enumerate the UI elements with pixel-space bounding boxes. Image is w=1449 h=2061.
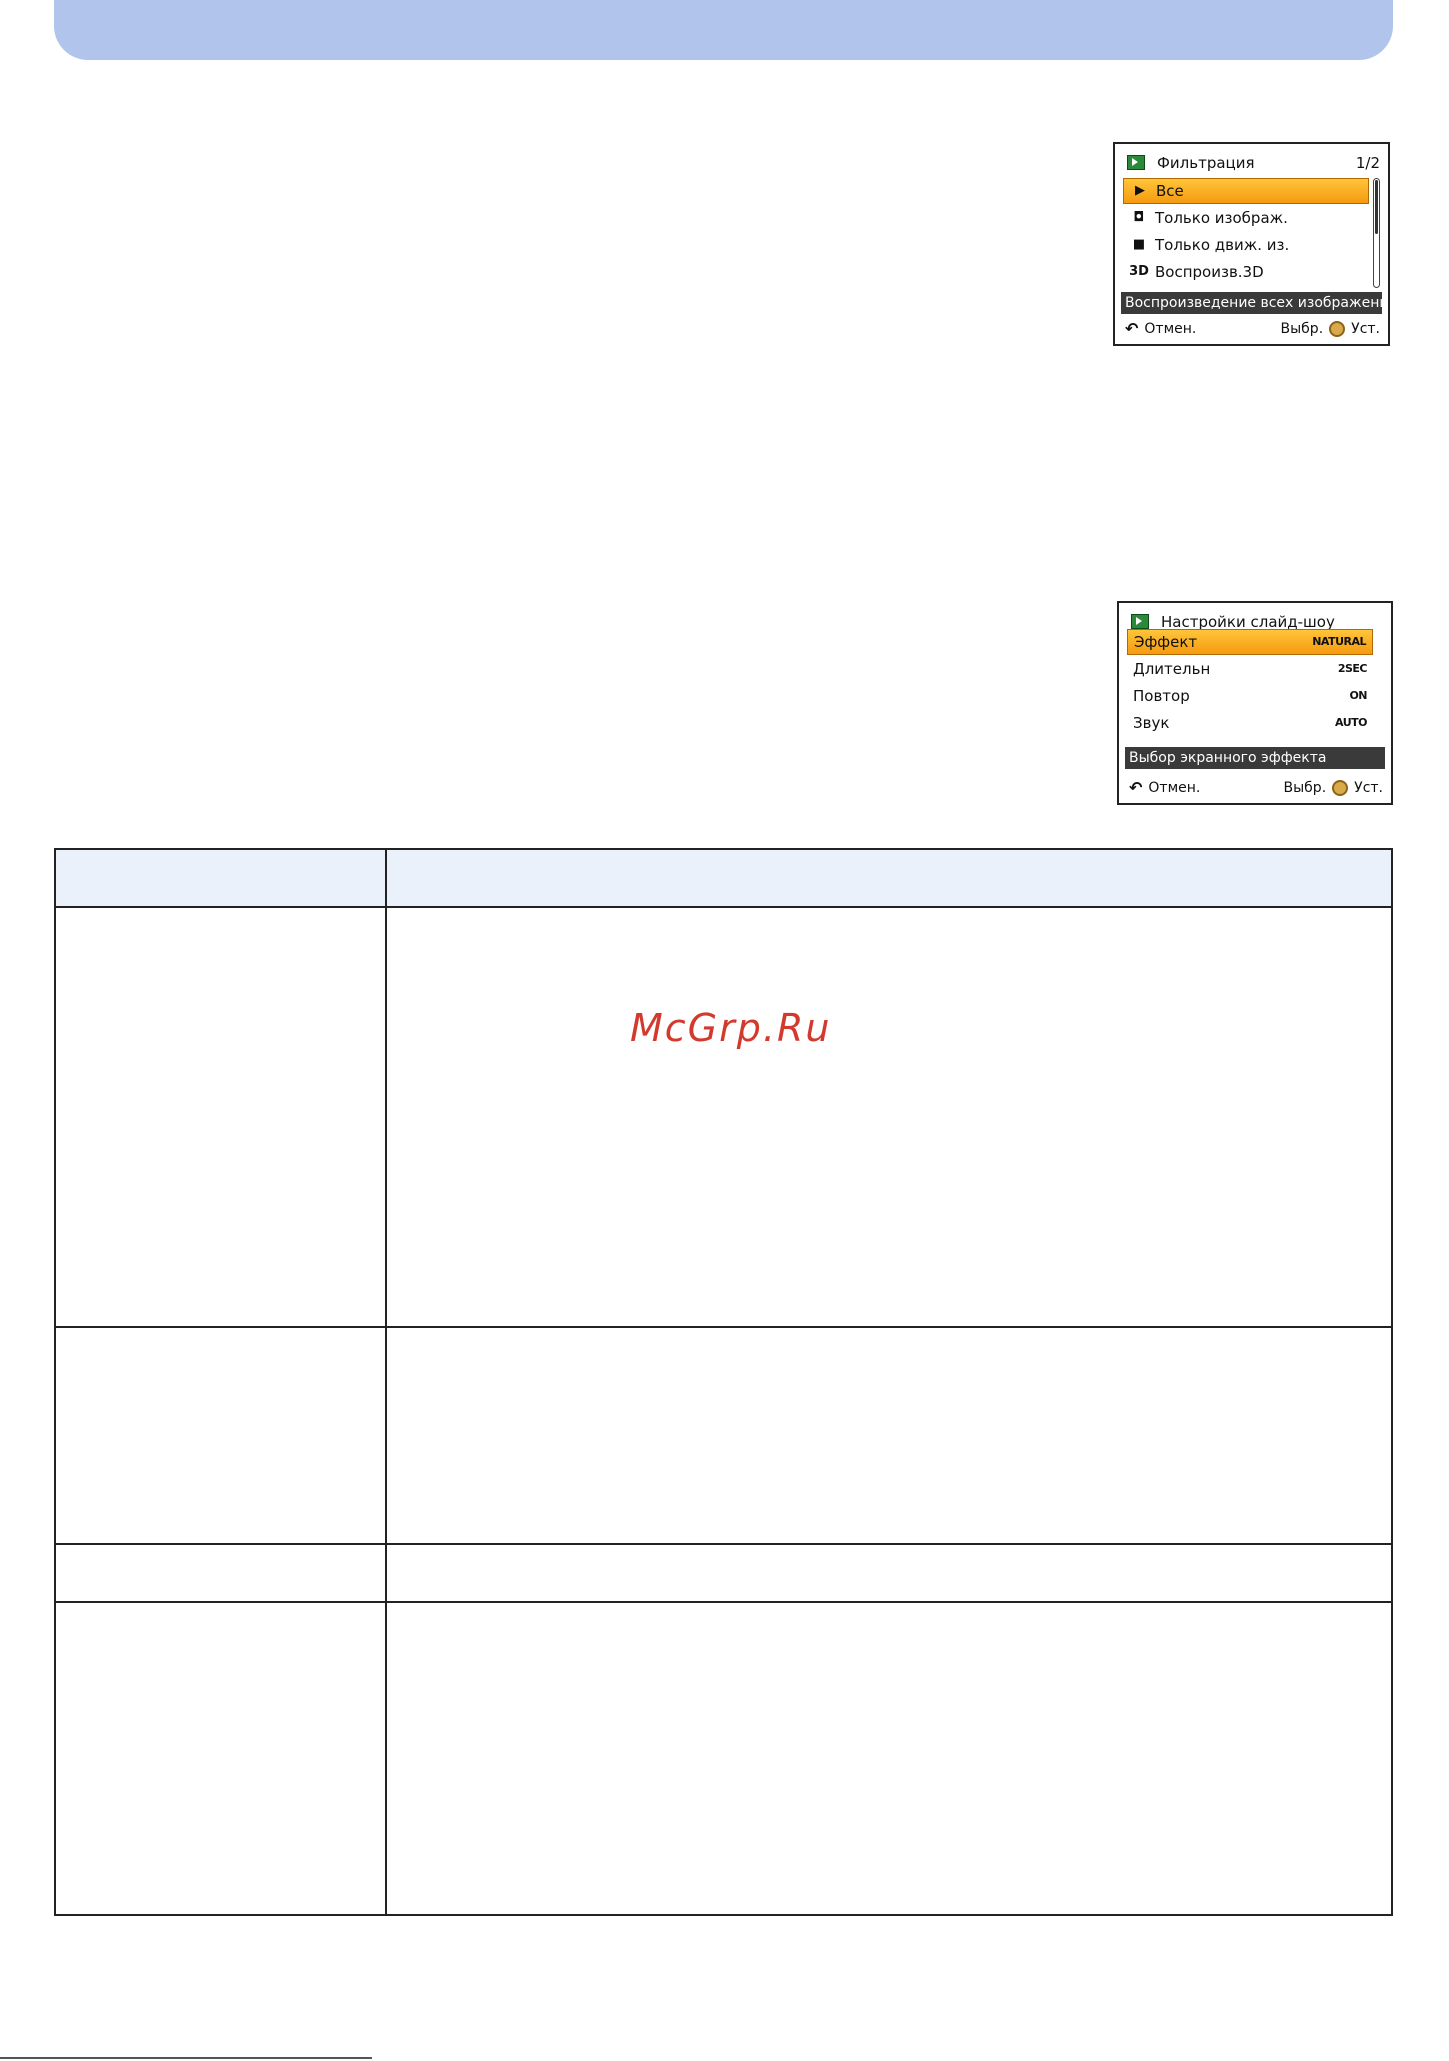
setting-label: Звук — [1133, 714, 1170, 732]
back-arrow-icon: ↶ — [1125, 319, 1139, 338]
playback-mode-icon — [1131, 614, 1151, 630]
filter-screen-title: Фильтрация — [1157, 154, 1255, 172]
back-arrow-icon: ↶ — [1129, 778, 1143, 797]
cursor-pad-icon — [1332, 780, 1349, 796]
table-row — [54, 1601, 1393, 1916]
setting-repeat[interactable]: Повтор ON — [1127, 683, 1373, 709]
camera-icon: ◘ — [1133, 210, 1145, 225]
filter-screen-title-bar: Фильтрация 1/2 — [1127, 150, 1380, 176]
table-cell — [54, 906, 387, 1328]
setting-effect[interactable]: Эффект NATURAL — [1127, 629, 1373, 655]
slideshow-settings-screen: Настройки слайд-шоу Эффект NATURAL Длите… — [1117, 601, 1393, 805]
table-row — [54, 1543, 1393, 1603]
slideshow-description: Выбор экранного эффекта — [1125, 747, 1385, 769]
set-label[interactable]: Уст. — [1354, 777, 1383, 799]
filter-footer: ↶ Отмен. Выбр. Уст. — [1125, 318, 1380, 340]
setting-label: Повтор — [1133, 687, 1190, 705]
footer-right: Выбр. Уст. — [1281, 318, 1380, 340]
filter-item-3d[interactable]: 3D Воспроизв.3D — [1123, 259, 1369, 285]
movie-camera-icon: ■ — [1132, 237, 1146, 252]
table-cell — [385, 906, 1393, 1328]
table-cell — [54, 1326, 387, 1545]
filter-item-label: Только изображ. — [1155, 209, 1288, 227]
set-label[interactable]: Уст. — [1351, 318, 1380, 340]
filter-item-movies-only[interactable]: ■ Только движ. из. — [1123, 232, 1369, 258]
filter-item-all[interactable]: ▶ Все — [1123, 178, 1369, 204]
setting-duration[interactable]: Длительн 2SEC — [1127, 656, 1373, 682]
setting-value: 2SEC — [1337, 662, 1368, 675]
slideshow-footer: ↶ Отмен. Выбр. Уст. — [1129, 777, 1383, 799]
table-cell — [54, 1543, 387, 1603]
table-cell — [385, 1543, 1393, 1603]
filter-item-label: Только движ. из. — [1155, 236, 1290, 254]
table-row — [54, 906, 1393, 1328]
watermark: McGrp.Ru — [630, 1006, 832, 1050]
footer-rule — [0, 2057, 372, 2059]
select-label[interactable]: Выбр. — [1281, 318, 1324, 340]
table-header-row — [54, 848, 1393, 908]
cancel-label[interactable]: Отмен. — [1148, 777, 1200, 799]
setting-sound[interactable]: Звук AUTO — [1127, 710, 1373, 736]
setting-label: Эффект — [1134, 633, 1198, 651]
play-icon: ▶ — [1135, 183, 1145, 198]
table-header-cell — [385, 848, 1393, 908]
filter-description: Воспроизведение всех изображени — [1121, 292, 1382, 314]
filter-item-label: Воспроизв.3D — [1155, 263, 1264, 281]
select-label[interactable]: Выбр. — [1284, 777, 1327, 799]
page-indicator: 1/2 — [1355, 154, 1380, 172]
table-header-cell — [54, 848, 387, 908]
table-cell — [385, 1601, 1393, 1916]
filter-screen: Фильтрация 1/2 ▶ Все ◘ Только изображ. ■… — [1113, 142, 1390, 346]
table-cell — [385, 1326, 1393, 1545]
setting-value: AUTO — [1335, 716, 1367, 729]
playback-mode-icon — [1127, 155, 1147, 171]
setting-value: ON — [1349, 689, 1367, 702]
table-cell — [54, 1601, 387, 1916]
footer-right: Выбр. Уст. — [1284, 777, 1383, 799]
3d-icon: 3D — [1129, 264, 1149, 279]
setting-label: Длительн — [1133, 660, 1211, 678]
scrollbar[interactable] — [1373, 178, 1380, 288]
cancel-label[interactable]: Отмен. — [1144, 318, 1196, 340]
cursor-pad-icon — [1329, 321, 1346, 337]
setting-value: NATURAL — [1312, 635, 1366, 648]
table-row — [54, 1326, 1393, 1545]
header-band — [54, 0, 1393, 60]
filter-item-label: Все — [1156, 182, 1184, 200]
filter-item-images-only[interactable]: ◘ Только изображ. — [1123, 205, 1369, 231]
